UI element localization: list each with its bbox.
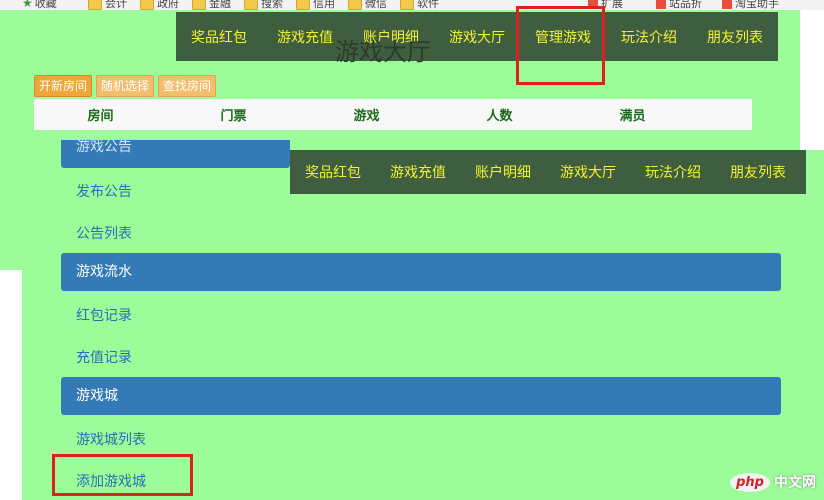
folder-icon — [296, 0, 310, 10]
bookmark-folder[interactable]: 微信 — [348, 0, 387, 10]
nav-item-game-lobby[interactable]: 游戏大厅 — [449, 27, 505, 47]
watermark-text: 中文网 — [774, 475, 816, 491]
folder-icon — [140, 0, 154, 10]
bookmark-extension[interactable]: 淘宝助手 — [722, 0, 779, 10]
nav-item-game-lobby[interactable]: 游戏大厅 — [560, 162, 616, 182]
bookmark-extension[interactable]: 站品折 — [656, 0, 702, 10]
room-table-header: 房间 门票 游戏 人数 满员 — [34, 99, 752, 130]
nav-item-friend-list[interactable]: 朋友列表 — [730, 162, 786, 182]
sidebar-link-recharge-records[interactable]: 充值记录 — [76, 347, 132, 367]
random-pick-button[interactable]: 随机选择 — [96, 75, 155, 97]
sidebar-heading-announcements[interactable]: 游戏公告 — [61, 140, 290, 168]
column-header-room: 房间 — [87, 109, 114, 124]
sidebar-link-game-city-list[interactable]: 游戏城列表 — [76, 429, 146, 449]
sidebar-heading-game-flow[interactable]: 游戏流水 — [61, 253, 781, 291]
column-header-players: 人数 — [486, 109, 513, 124]
extension-icon — [588, 0, 598, 9]
nav-item-game-recharge[interactable]: 游戏充值 — [277, 27, 333, 47]
top-navbar: 奖品红包 游戏充值 账户明细 游戏大厅 管理游戏 玩法介绍 朋友列表 — [176, 12, 778, 61]
column-header-full: 满员 — [619, 109, 646, 124]
star-icon: ★ — [22, 0, 33, 10]
secondary-navbar: 奖品红包 游戏充值 账户明细 游戏大厅 玩法介绍 朋友列表 — [290, 150, 806, 194]
folder-icon — [348, 0, 362, 10]
extension-icon — [656, 0, 666, 9]
bookmark-folder[interactable]: 搜索 — [244, 0, 283, 10]
nav-item-how-to-play[interactable]: 玩法介绍 — [621, 27, 677, 47]
extension-icon — [722, 0, 732, 9]
bookmark-folder[interactable]: 会计 — [88, 0, 127, 10]
nav-item-how-to-play[interactable]: 玩法介绍 — [645, 162, 701, 182]
nav-item-game-recharge[interactable]: 游戏充值 — [390, 162, 446, 182]
column-header-ticket: 门票 — [220, 109, 247, 124]
bookmark-folder[interactable]: 信用 — [296, 0, 335, 10]
nav-item-prize-redpacket[interactable]: 奖品红包 — [191, 27, 247, 47]
find-room-button[interactable]: 查找房间 — [158, 75, 217, 97]
open-room-button[interactable]: 开新房间 — [34, 75, 93, 97]
sidebar-link-redpacket-records[interactable]: 红包记录 — [76, 305, 132, 325]
room-actions: 开新房间 随机选择 查找房间 — [34, 75, 217, 97]
nav-item-manage-games[interactable]: 管理游戏 — [535, 27, 591, 47]
php-watermark: php 中文网 — [730, 472, 816, 492]
column-header-game: 游戏 — [353, 109, 380, 124]
nav-item-account-details[interactable]: 账户明细 — [475, 162, 531, 182]
sidebar-link-add-game-city[interactable]: 添加游戏城 — [76, 471, 146, 491]
php-logo: php — [730, 472, 770, 492]
folder-icon — [244, 0, 258, 10]
sidebar-link-announcement-list[interactable]: 公告列表 — [76, 223, 132, 243]
bookmark-extension[interactable]: 扩展 — [588, 0, 623, 10]
folder-icon — [192, 0, 206, 10]
nav-item-prize-redpacket[interactable]: 奖品红包 — [305, 162, 361, 182]
folder-icon — [400, 0, 414, 10]
nav-item-account-details[interactable]: 账户明细 — [363, 27, 419, 47]
folder-icon — [88, 0, 102, 10]
bookmark-folder[interactable]: 软件 — [400, 0, 439, 10]
nav-item-friend-list[interactable]: 朋友列表 — [707, 27, 763, 47]
bookmark-folder[interactable]: 金融 — [192, 0, 231, 10]
sidebar-heading-label: 游戏公告 — [76, 140, 132, 155]
bookmark-folder[interactable]: 政府 — [140, 0, 179, 10]
bookmark-favorites[interactable]: ★ 收藏 — [22, 0, 57, 10]
sidebar-heading-game-city[interactable]: 游戏城 — [61, 377, 781, 415]
bookmarks-bar: ★ 收藏 会计 政府 金融 搜索 信用 微信 软件 扩展 站品折 淘宝助手 — [0, 0, 824, 10]
sidebar-link-publish-announcement[interactable]: 发布公告 — [76, 181, 132, 201]
